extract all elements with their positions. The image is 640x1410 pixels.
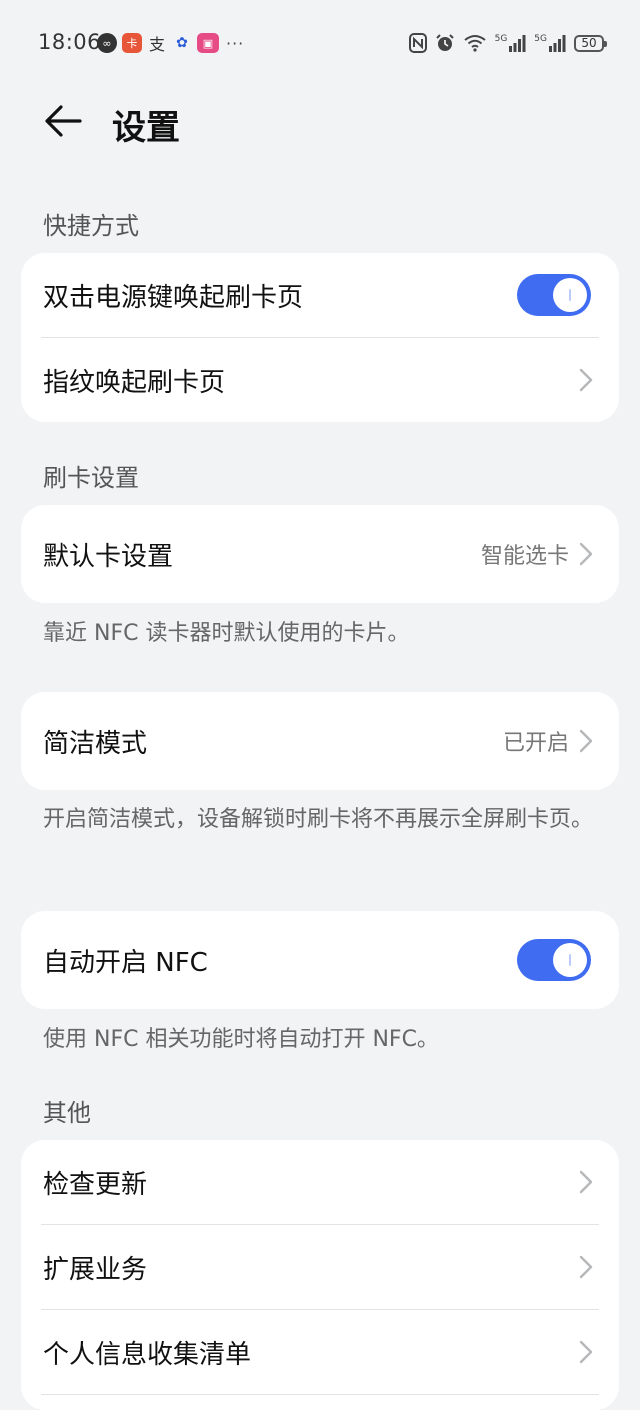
auto-nfc-note: 使用 NFC 相关功能时将自动打开 NFC。 [43,1027,439,1052]
other-card: 检查更新 扩展业务 个人信息收集清单 [21,1140,619,1410]
auto-nfc-label: 自动开启 NFC [43,947,208,978]
auto-nfc-toggle[interactable] [517,939,591,981]
default-card-label: 默认卡设置 [43,541,174,572]
default-card-note: 靠近 NFC 读卡器时默认使用的卡片。 [43,621,410,646]
system-icons: 5G 5G 50 [408,30,607,56]
double-click-power-row[interactable]: 双击电源键唤起刷卡页 [21,253,619,337]
chevron-right-icon [579,1170,593,1194]
double-click-power-toggle[interactable] [517,274,591,316]
personal-info-list-row[interactable]: 个人信息收集清单 [21,1310,619,1394]
extended-services-row[interactable]: 扩展业务 [21,1225,619,1309]
chevron-right-icon [579,1255,593,1279]
fingerprint-label: 指纹唤起刷卡页 [43,367,226,398]
section-label-shortcuts: 快捷方式 [43,212,139,240]
status-bar: 18:06 ∞ 卡 支 ✿ ▣ ··· 5G 5G 50 [0,0,640,86]
extended-services-label: 扩展业务 [43,1254,148,1285]
network-type-1: 5G [494,34,508,44]
toggle-knob [553,943,587,977]
check-update-row[interactable]: 检查更新 [21,1140,619,1224]
toggle-knob [553,278,587,312]
simple-mode-row[interactable]: 简洁模式 已开启 [21,692,619,790]
page-title: 设置 [112,108,180,148]
shortcuts-card: 双击电源键唤起刷卡页 指纹唤起刷卡页 [21,253,619,422]
pink-app-icon: ▣ [197,33,219,53]
simple-mode-card: 简洁模式 已开启 [21,692,619,790]
wifi-icon [463,35,486,52]
simple-mode-note: 开启简洁模式，设备解锁时刷卡将不再展示全屏刷卡页。 [43,807,594,832]
red-app-icon: 卡 [122,33,142,53]
card-settings-card: 默认卡设置 智能选卡 [21,505,619,603]
chevron-right-icon [579,542,593,566]
status-time: 18:06 [38,30,102,54]
baidu-paw-icon: ✿ [176,35,188,51]
personal-info-list-label: 个人信息收集清单 [43,1339,252,1370]
signal-1-icon: 5G [495,34,527,52]
default-card-value: 智能选卡 [480,544,569,569]
more-notifications-icon: ··· [226,33,245,53]
network-type-2: 5G [534,34,547,44]
infinity-app-icon: ∞ [97,33,117,53]
alipay-icon: 支 [148,35,165,54]
chevron-right-icon [579,368,593,392]
notification-icons: ∞ 卡 支 ✿ ▣ ··· [97,32,244,54]
battery-level: 50 [581,36,597,50]
check-update-label: 检查更新 [43,1169,148,1200]
double-click-power-label: 双击电源键唤起刷卡页 [43,282,304,313]
arrow-left-icon [45,105,82,137]
signal-2-icon: 5G [534,34,566,52]
page-header: 设置 [0,86,640,158]
simple-mode-value: 已开启 [502,731,569,756]
fingerprint-row[interactable]: 指纹唤起刷卡页 [21,338,619,422]
divider [41,1394,599,1395]
chevron-right-icon [579,1340,593,1364]
section-label-card-settings: 刷卡设置 [43,464,139,492]
nfc-icon [408,33,427,53]
auto-nfc-row[interactable]: 自动开启 NFC [21,911,619,1009]
battery-icon: 50 [574,34,607,52]
default-card-row[interactable]: 默认卡设置 智能选卡 [21,505,619,603]
chevron-right-icon [579,729,593,753]
alarm-icon [435,34,454,51]
auto-nfc-card: 自动开启 NFC [21,911,619,1009]
back-button[interactable] [42,100,84,142]
simple-mode-label: 简洁模式 [43,728,148,759]
section-label-other: 其他 [43,1099,91,1127]
